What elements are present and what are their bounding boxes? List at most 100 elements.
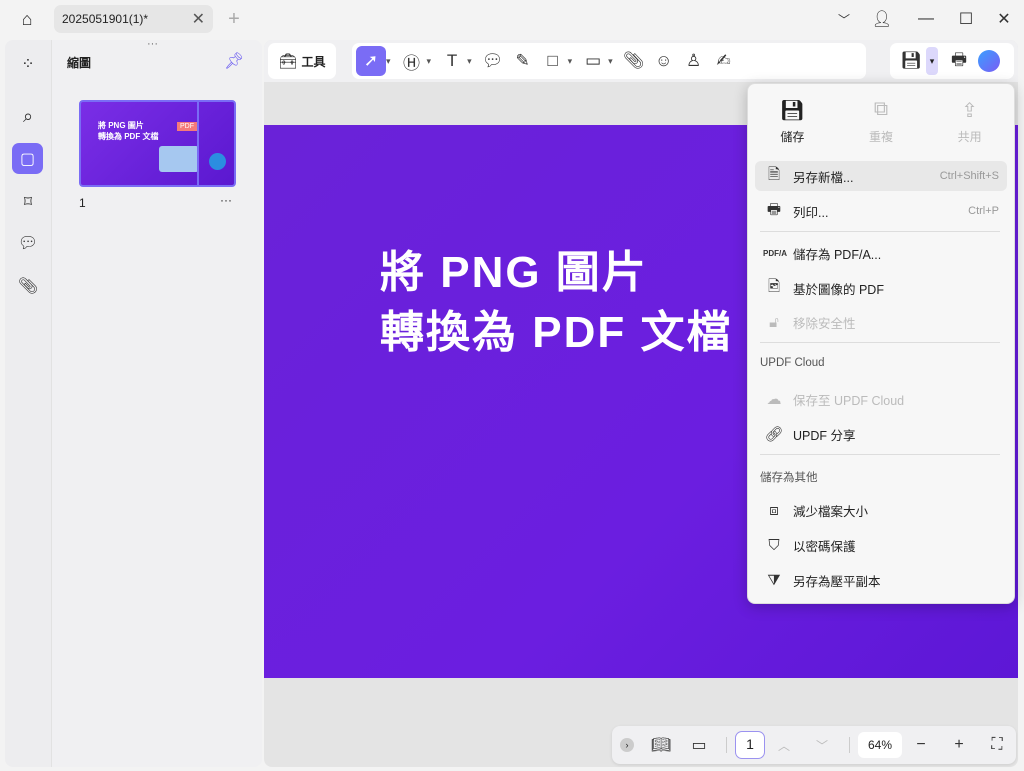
thumb-text: 轉換為 PDF 文檔 [98, 132, 159, 141]
highlighter-icon[interactable]: ✎ [508, 46, 538, 76]
menu-item-share[interactable]: 🔗︎ UPDF 分享 [755, 419, 1007, 449]
menu-label: UPDF 分享 [793, 428, 856, 443]
menu-label: 另存為壓平副本 [793, 574, 881, 589]
stamp-tool-icon[interactable]: ♙ [679, 46, 709, 76]
divider [726, 737, 727, 753]
menu-item-print[interactable]: 🖶︎ 列印... Ctrl+P [755, 196, 1007, 226]
expand-icon[interactable]: › [620, 738, 634, 752]
pdfa-icon: PDF/A [763, 248, 787, 258]
maximize-button[interactable]: ☐ [956, 8, 976, 30]
close-window-button[interactable]: ✕ [994, 8, 1014, 30]
menu-label: 減少檔案大小 [793, 504, 869, 519]
shape-tool-icon[interactable]: □ [538, 46, 568, 76]
menu-label: 保存至 UPDF Cloud [793, 393, 905, 408]
menu-label: 另存新檔... [793, 170, 854, 185]
menu-label: 以密碼保護 [793, 539, 856, 554]
pin-icon[interactable]: 📌︎ [224, 51, 244, 71]
minimize-button[interactable]: — [916, 8, 936, 30]
account-icon[interactable]: 👤︎ [872, 8, 892, 30]
sticker-tool-icon[interactable]: ☺ [649, 46, 679, 76]
home-icon[interactable]: ⌂ [14, 8, 40, 30]
textbox-tool-icon[interactable]: Ⓗ [397, 46, 427, 76]
save-icon: 💾︎ [779, 100, 806, 122]
duplicate-icon: ⧉ [873, 98, 889, 120]
menu-item-image-pdf[interactable]: 🖻︎ 基於圖像的 PDF [755, 273, 1007, 303]
print-icon[interactable]: 🖶︎ [944, 46, 974, 76]
tab-title: 2025051901(1)* [62, 12, 149, 26]
section-cloud: UPDF Cloud [760, 357, 825, 369]
document-tab[interactable]: 2025051901(1)* ✕ [54, 5, 213, 33]
share-label: 共用 [957, 130, 982, 144]
save-label: 儲存 [780, 130, 805, 144]
close-tab-icon[interactable]: ✕ [192, 9, 205, 29]
menu-item-save-pdfa[interactable]: PDF/A 儲存為 PDF/A... [755, 238, 1007, 268]
left-rail: ⁘ ⌕ ▢ ⌑ 💬︎ 📎︎ [5, 40, 51, 767]
next-page-icon[interactable]: ﹀ [803, 737, 841, 754]
fit-page-icon[interactable]: ⛶ [978, 736, 1016, 754]
duplicate-action[interactable]: ⧉ 重複 [841, 98, 921, 158]
save-icon[interactable]: 💾︎ [896, 46, 926, 76]
attachment-icon[interactable]: 📎︎ [16, 274, 40, 298]
prev-page-icon[interactable]: ︿ [765, 737, 803, 754]
shortcut: Ctrl+P [968, 205, 999, 217]
thumbnails-icon[interactable]: ▢ [12, 143, 43, 174]
comment-tool-icon[interactable]: 💬︎ [478, 46, 508, 76]
page-heading-line2: 轉換為 PDF 文檔 [380, 308, 733, 357]
edit-tools-group: ➚ ▾ Ⓗ ▾ T ▾ 💬︎ ✎ □ ▾ ▭ ▾ 📎︎ ☺ ♙ ✍︎ [352, 43, 866, 79]
chevron-down-icon[interactable]: ▾ [427, 56, 432, 67]
page-thumbnail[interactable]: 將 PNG 圖片 轉換為 PDF 文檔 PDF [79, 100, 236, 187]
menu-item-remove-security[interactable]: 🔓︎ 移除安全性 [755, 307, 1007, 337]
image-illustration [159, 146, 199, 172]
resize-handle[interactable]: ··· [147, 38, 158, 50]
save-dropdown-menu: 💾︎ 儲存 ⧉ 重複 ⇪ 共用 🗎︎ 另存新檔... Ctrl+Shift+S 🖶︎ 列印.… [747, 83, 1015, 604]
title-bar: ⌂ 2025051901(1)* ✕ + ﹀ 👤︎ — ☐ ✕ [0, 0, 1024, 38]
cloud-upload-icon: ☁︎ [766, 391, 782, 408]
duplicate-label: 重複 [868, 130, 893, 144]
zoom-level[interactable]: 64% [858, 732, 902, 758]
signature-tool-icon[interactable]: ✍︎ [709, 46, 739, 76]
chevron-down-icon[interactable]: ▾ [467, 56, 472, 67]
menu-item-save-as[interactable]: 🗎︎ 另存新檔... Ctrl+Shift+S [755, 161, 1007, 191]
chevron-down-icon[interactable]: ﹀ [834, 8, 854, 30]
file-actions-group: 💾︎ ▾ 🖶︎ [890, 43, 1014, 79]
zoom-in-icon[interactable]: + [940, 736, 978, 754]
save-dropdown-button[interactable]: ▾ [926, 47, 938, 75]
menu-item-protect[interactable]: ⛉ 以密碼保護 [755, 530, 1007, 560]
save-as-icon: 🗎︎ [767, 165, 781, 183]
chevron-down-icon[interactable]: ▾ [386, 56, 391, 67]
apps-icon[interactable]: ⁘ [16, 52, 40, 76]
page-layout-icon[interactable]: 📖︎ [642, 735, 680, 755]
menu-item-flatten[interactable]: ⧩ 另存為壓平副本 [755, 565, 1007, 595]
ai-assistant-icon[interactable] [974, 46, 1004, 76]
image-pdf-icon: 🖻︎ [767, 277, 781, 295]
text-tool-icon[interactable]: T [437, 46, 467, 76]
menu-label: 儲存為 PDF/A... [793, 247, 882, 262]
link-icon: 🔗︎ [764, 426, 784, 443]
presentation-icon[interactable]: ▭ [680, 735, 718, 755]
save-action[interactable]: 💾︎ 儲存 [752, 98, 832, 158]
menu-label: 基於圖像的 PDF [793, 282, 884, 297]
measure-tool-icon[interactable]: ▭ [578, 46, 608, 76]
divider [760, 342, 1000, 343]
menu-label: 列印... [793, 205, 829, 220]
bookmark-icon[interactable]: ⌑ [16, 190, 40, 214]
page-number-input[interactable]: 1 [735, 731, 765, 759]
zoom-out-icon[interactable]: − [902, 736, 940, 754]
search-icon[interactable]: ⌕ [16, 104, 40, 128]
toolbar: 🧰︎ 工具 ➚ ▾ Ⓗ ▾ T ▾ 💬︎ ✎ □ ▾ ▭ ▾ 📎︎ ☺ ♙ ✍︎ 💾︎ ▾… [264, 40, 1018, 82]
thumb-text: 將 PNG 圖片 [98, 121, 144, 130]
menu-item-save-cloud[interactable]: ☁︎ 保存至 UPDF Cloud [755, 384, 1007, 414]
share-icon: ⇪ [961, 100, 979, 122]
share-action[interactable]: ⇪ 共用 [930, 98, 1010, 158]
tools-button[interactable]: 🧰︎ 工具 [268, 43, 336, 79]
new-tab-button[interactable]: + [224, 8, 244, 30]
chevron-down-icon[interactable]: ▾ [568, 56, 573, 67]
chevron-down-icon[interactable]: ▾ [608, 56, 613, 67]
thumbnail-more-button[interactable]: ··· [220, 193, 232, 207]
attachment-tool-icon[interactable]: 📎︎ [619, 46, 649, 76]
comment-icon[interactable]: 💬︎ [16, 231, 40, 255]
panel-title: 縮圖 [67, 56, 92, 70]
flatten-icon: ⧩ [767, 571, 781, 589]
select-tool-icon[interactable]: ➚ [356, 46, 386, 76]
menu-item-reduce[interactable]: ⧈ 減少檔案大小 [755, 495, 1007, 525]
